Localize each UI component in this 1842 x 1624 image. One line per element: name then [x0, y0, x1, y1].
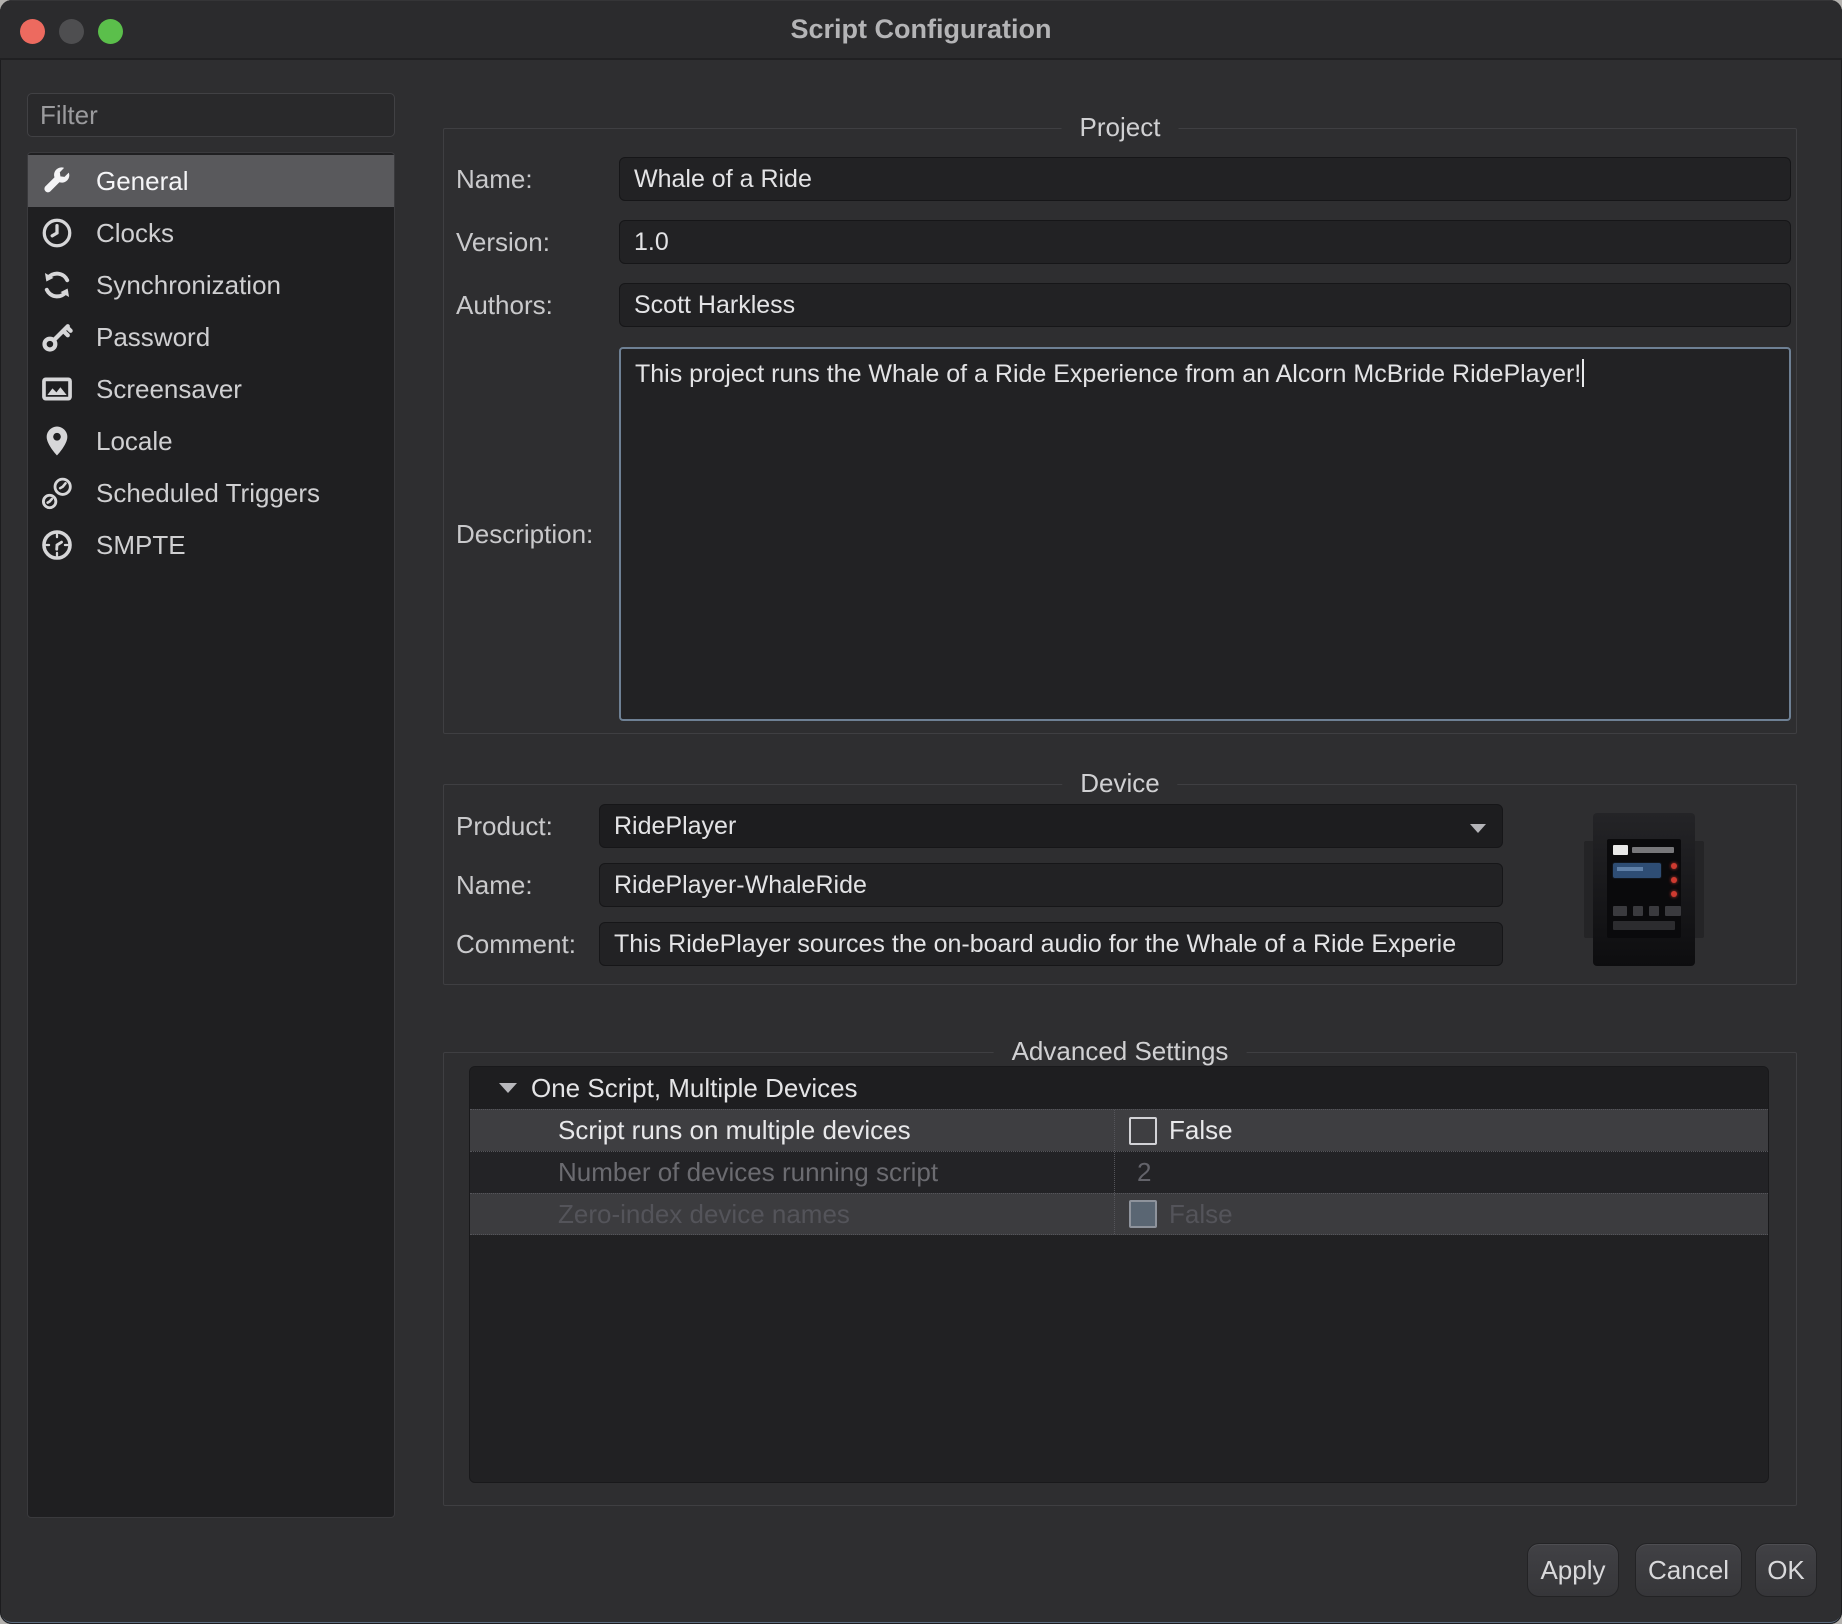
text-cursor — [1582, 359, 1584, 387]
photo-led — [1671, 877, 1677, 883]
checkbox[interactable] — [1129, 1117, 1157, 1145]
device-group-title: Device — [1062, 768, 1177, 799]
property-label: Script runs on multiple devices — [470, 1110, 1114, 1151]
window-titlebar[interactable]: Script Configuration — [0, 0, 1842, 60]
photo-terminal-strip — [1613, 921, 1675, 930]
device-count-value: 2 — [1129, 1157, 1151, 1188]
photo-led — [1671, 891, 1677, 897]
checkbox-value-label: False — [1169, 1199, 1233, 1230]
property-value-cell: False — [1114, 1194, 1768, 1234]
sidebar-item-smpte[interactable]: SMPTE — [28, 519, 394, 571]
description-text: This project runs the Whale of a Ride Ex… — [635, 360, 1581, 388]
sidebar-item-label: Scheduled Triggers — [96, 478, 320, 509]
chevron-down-icon — [1470, 824, 1486, 833]
device-product-dropdown[interactable]: RidePlayer — [599, 804, 1503, 848]
sidebar-item-label: Password — [96, 322, 210, 353]
photo-led — [1671, 863, 1677, 869]
description-textarea[interactable]: This project runs the Whale of a Ride Ex… — [619, 347, 1791, 721]
checkbox-disabled — [1129, 1200, 1157, 1228]
property-group-header[interactable]: One Script, Multiple Devices — [470, 1067, 1768, 1109]
cancel-button[interactable]: Cancel — [1635, 1543, 1742, 1597]
sidebar-item-label: Synchronization — [96, 270, 281, 301]
photo-chassis — [1593, 813, 1695, 966]
window-title: Script Configuration — [0, 0, 1842, 58]
device-product-value: RidePlayer — [614, 812, 736, 840]
sidebar-item-clocks[interactable]: Clocks — [28, 207, 394, 259]
wrench-icon — [40, 164, 74, 198]
advanced-settings-title: Advanced Settings — [994, 1036, 1247, 1067]
checkbox-value-label: False — [1169, 1115, 1233, 1146]
project-group: Project Name: Whale of a Ride Version: 1… — [443, 128, 1797, 734]
picture-icon — [40, 372, 74, 406]
property-row-zero-index: Zero-index device names False — [470, 1193, 1768, 1235]
ok-button[interactable]: OK — [1755, 1543, 1817, 1597]
project-authors-input[interactable]: Scott Harkless — [619, 283, 1791, 327]
device-name-input[interactable]: RidePlayer-WhaleRide — [599, 863, 1503, 907]
advanced-property-table: One Script, Multiple Devices Script runs… — [469, 1066, 1769, 1483]
property-label: Number of devices running script — [470, 1152, 1114, 1193]
sidebar-item-synchronization[interactable]: Synchronization — [28, 259, 394, 311]
device-name-label: Name: — [456, 863, 533, 907]
sidebar-item-label: SMPTE — [96, 530, 186, 561]
rideplayer-product-image — [1584, 813, 1704, 966]
sidebar-item-label: Locale — [96, 426, 173, 457]
sidebar-item-locale[interactable]: Locale — [28, 415, 394, 467]
project-name-label: Name: — [456, 157, 533, 201]
collapse-triangle-icon[interactable] — [499, 1083, 517, 1093]
property-label: Zero-index device names — [470, 1194, 1114, 1234]
property-row-device-count: Number of devices running script 2 — [470, 1151, 1768, 1193]
sidebar-item-label: Clocks — [96, 218, 174, 249]
device-group: Device Product: RidePlayer Name: RidePla… — [443, 784, 1797, 985]
photo-lcd-screen — [1613, 863, 1661, 878]
apply-button[interactable]: Apply — [1527, 1543, 1619, 1597]
sync-arrows-icon — [40, 268, 74, 302]
sidebar-item-password[interactable]: Password — [28, 311, 394, 363]
map-pin-icon — [40, 424, 74, 458]
property-group-header-label: One Script, Multiple Devices — [531, 1073, 858, 1104]
property-value-cell: 2 — [1114, 1152, 1768, 1193]
project-description-label: Description: — [456, 512, 593, 556]
advanced-settings-group: Advanced Settings One Script, Multiple D… — [443, 1052, 1797, 1506]
photo-connector — [1649, 906, 1659, 916]
sidebar-item-label: General — [96, 166, 189, 197]
device-product-label: Product: — [456, 804, 553, 848]
device-comment-input[interactable]: This RidePlayer sources the on-board aud… — [599, 922, 1503, 966]
photo-front-panel — [1607, 839, 1681, 938]
photo-connector — [1613, 906, 1627, 916]
sidebar-item-general[interactable]: General — [28, 155, 394, 207]
device-comment-label: Comment: — [456, 922, 576, 966]
property-row-multiple-devices[interactable]: Script runs on multiple devices False — [470, 1109, 1768, 1151]
property-value-cell: False — [1114, 1110, 1768, 1151]
timecode-clock-icon — [40, 528, 74, 562]
sidebar-item-scheduled-triggers[interactable]: Scheduled Triggers — [28, 467, 394, 519]
dual-clocks-icon — [40, 476, 74, 510]
filter-input[interactable] — [27, 93, 395, 137]
sidebar-item-screensaver[interactable]: Screensaver — [28, 363, 394, 415]
settings-category-list: General Clocks Synchronization — [27, 152, 395, 1518]
project-version-input[interactable]: 1.0 — [619, 220, 1791, 264]
script-configuration-window: Script Configuration General Clocks — [0, 0, 1842, 1624]
photo-connector — [1665, 906, 1681, 916]
project-group-title: Project — [1062, 112, 1179, 143]
photo-label — [1632, 847, 1674, 853]
project-version-label: Version: — [456, 220, 550, 264]
sidebar-item-label: Screensaver — [96, 374, 242, 405]
key-icon — [40, 320, 74, 354]
photo-connector — [1633, 906, 1643, 916]
project-name-input[interactable]: Whale of a Ride — [619, 157, 1791, 201]
clock-icon — [40, 216, 74, 250]
project-authors-label: Authors: — [456, 283, 553, 327]
photo-logo — [1613, 845, 1628, 855]
